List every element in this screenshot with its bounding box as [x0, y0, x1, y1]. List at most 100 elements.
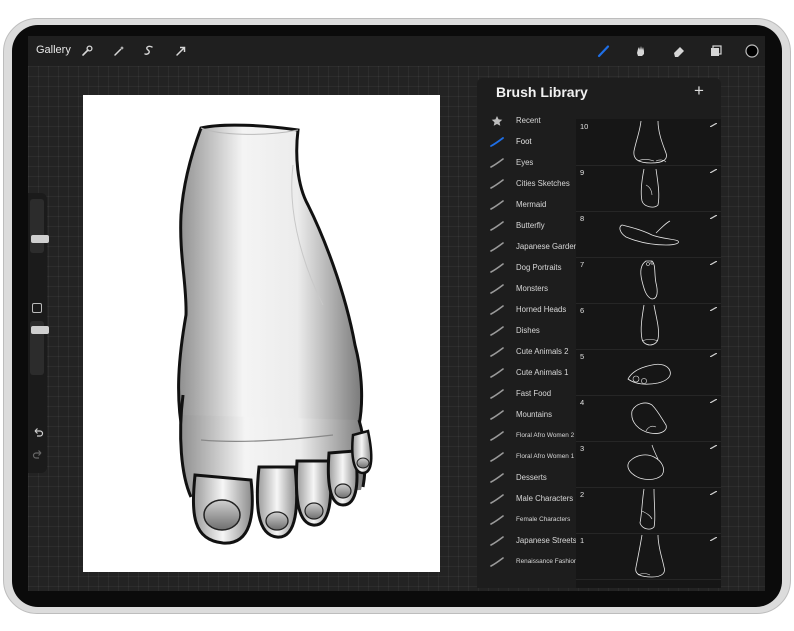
brush-stroke-icon: [710, 491, 717, 495]
add-brush-set-button[interactable]: +: [694, 81, 704, 101]
brush-item[interactable]: 10: [576, 119, 721, 166]
brush-set-label: Dishes: [516, 326, 540, 335]
brush-set-label: Fast Food: [516, 389, 552, 398]
brush-set-label: Renaissance Fashion: [516, 558, 578, 565]
brush-number: 10: [580, 122, 589, 131]
brush-item[interactable]: 4: [576, 395, 721, 442]
undo-icon[interactable]: [32, 426, 44, 438]
brush-set-item[interactable]: Butterfly: [477, 215, 575, 236]
foot-top-view-sketch: [640, 304, 659, 346]
magic-wand-icon[interactable]: [109, 41, 129, 61]
brush-set-item[interactable]: Desserts: [477, 467, 575, 488]
brush-stroke-icon: [710, 353, 717, 357]
brush-set-label: Floral Afro Women 2: [516, 432, 575, 439]
brush-set-item[interactable]: Renaissance Fashion: [477, 551, 578, 572]
smudge-icon[interactable]: [631, 41, 651, 61]
brush-size-handle[interactable]: [31, 235, 49, 243]
brush-set-item[interactable]: Mermaid: [477, 194, 575, 215]
brush-set-item[interactable]: Dishes: [477, 320, 575, 341]
brush-stroke-icon: [490, 325, 504, 336]
brush-item[interactable]: 8: [576, 211, 721, 258]
brush-item[interactable]: 2: [576, 487, 721, 534]
brush-stroke-icon: [710, 307, 717, 311]
brush-stroke-icon: [490, 535, 504, 546]
brush-set-label: Japanese Streets: [516, 536, 577, 545]
brush-set-label: Floral Afro Women 1: [516, 453, 575, 460]
eraser-icon[interactable]: [669, 41, 689, 61]
foot-toes-sketch: [627, 363, 671, 385]
brush-item[interactable]: 7: [576, 257, 721, 304]
brush-set-item[interactable]: Cute Animals 2: [477, 341, 575, 362]
brush-size-slider[interactable]: [30, 199, 49, 253]
gallery-button[interactable]: Gallery: [36, 44, 71, 56]
foot-ankle-sketch: [639, 488, 656, 530]
foot-three-quarter-sketch: [631, 402, 667, 434]
brush-stroke-icon: [490, 220, 504, 231]
brush-number: 3: [580, 444, 585, 453]
brush-number: 9: [580, 168, 585, 177]
selection-icon[interactable]: [139, 41, 159, 61]
foot-profile-sketch: [619, 220, 679, 246]
brush-set-item[interactable]: Cities Sketches: [477, 173, 575, 194]
brush-set-label: Monsters: [516, 284, 549, 293]
brush-set-item[interactable]: Cute Animals 1: [477, 362, 575, 383]
brush-stroke-icon: [710, 445, 717, 449]
brush-set-item[interactable]: Horned Heads: [477, 299, 575, 320]
brush-set-label: Foot: [516, 137, 532, 146]
modify-button[interactable]: [32, 303, 42, 313]
drawing-canvas[interactable]: [83, 95, 440, 572]
brush-set-item[interactable]: Japanese Streets: [477, 530, 577, 551]
brush-set-item[interactable]: Dog Portraits: [477, 257, 575, 278]
brush-stroke-icon: [490, 199, 504, 210]
brush-stroke-icon: [710, 537, 717, 541]
foot-heel-sketch: [627, 444, 664, 480]
brush-set-item[interactable]: Floral Afro Women 2: [477, 425, 575, 446]
opacity-handle[interactable]: [31, 326, 49, 334]
brush-number: 8: [580, 214, 585, 223]
foot-illustration: [177, 123, 373, 545]
layers-icon[interactable]: [706, 41, 726, 61]
brush-item[interactable]: 6: [576, 303, 721, 350]
top-toolbar: Gallery: [28, 36, 765, 66]
brush-stroke-icon: [490, 472, 504, 483]
brush-set-label: Cute Animals 2: [516, 347, 569, 356]
brush-item[interactable]: 3: [576, 441, 721, 488]
brush-set-label: Female Characters: [516, 516, 571, 523]
brush-set-item[interactable]: Eyes: [477, 152, 575, 173]
redo-icon[interactable]: [32, 448, 44, 460]
color-icon[interactable]: [742, 41, 762, 61]
brush-set-item[interactable]: Monsters: [477, 278, 575, 299]
brush-stroke-icon: [490, 451, 504, 462]
brush-item[interactable]: 5: [576, 349, 721, 396]
brush-set-item[interactable]: Recent: [477, 110, 575, 131]
brush-stroke-icon: [490, 430, 504, 441]
brush-item[interactable]: 9: [576, 165, 721, 212]
brush-stroke-icon: [490, 241, 504, 252]
wrench-icon[interactable]: [77, 41, 97, 61]
brush-stroke-icon: [490, 409, 504, 420]
brush-stroke-icon: [490, 388, 504, 399]
brush-stroke-icon: [710, 261, 717, 265]
brush-set-item[interactable]: Female Characters: [477, 509, 575, 530]
brush-set-item[interactable]: Mountains: [477, 404, 575, 425]
brush-set-item[interactable]: Japanese Garden: [477, 236, 578, 257]
brush-set-label: Butterfly: [516, 221, 545, 230]
brush-set-label: Recent: [516, 116, 541, 125]
brush-set-item[interactable]: Floral Afro Women 1: [477, 446, 575, 467]
brush-item[interactable]: 1: [576, 533, 721, 580]
left-sidebar: [28, 193, 49, 473]
brush-stroke-icon: [490, 262, 504, 273]
move-arrow-icon[interactable]: [171, 41, 191, 61]
brush-set-item[interactable]: Fast Food: [477, 383, 575, 404]
brush-set-label: Horned Heads: [516, 305, 567, 314]
brush-library-panel: Brush Library + Recent Foot Eyes Cities …: [477, 78, 721, 588]
opacity-slider[interactable]: [30, 321, 49, 375]
brush-set-item[interactable]: Male Characters: [477, 488, 575, 509]
brush-stroke-icon: [490, 157, 504, 168]
brush-number: 7: [580, 260, 585, 269]
brush-stroke-icon: [710, 215, 717, 219]
brush-stroke-icon: [710, 169, 717, 173]
brush-set-item[interactable]: Foot: [477, 131, 575, 152]
brush-icon[interactable]: [594, 41, 614, 61]
brush-set-label: Mountains: [516, 410, 552, 419]
